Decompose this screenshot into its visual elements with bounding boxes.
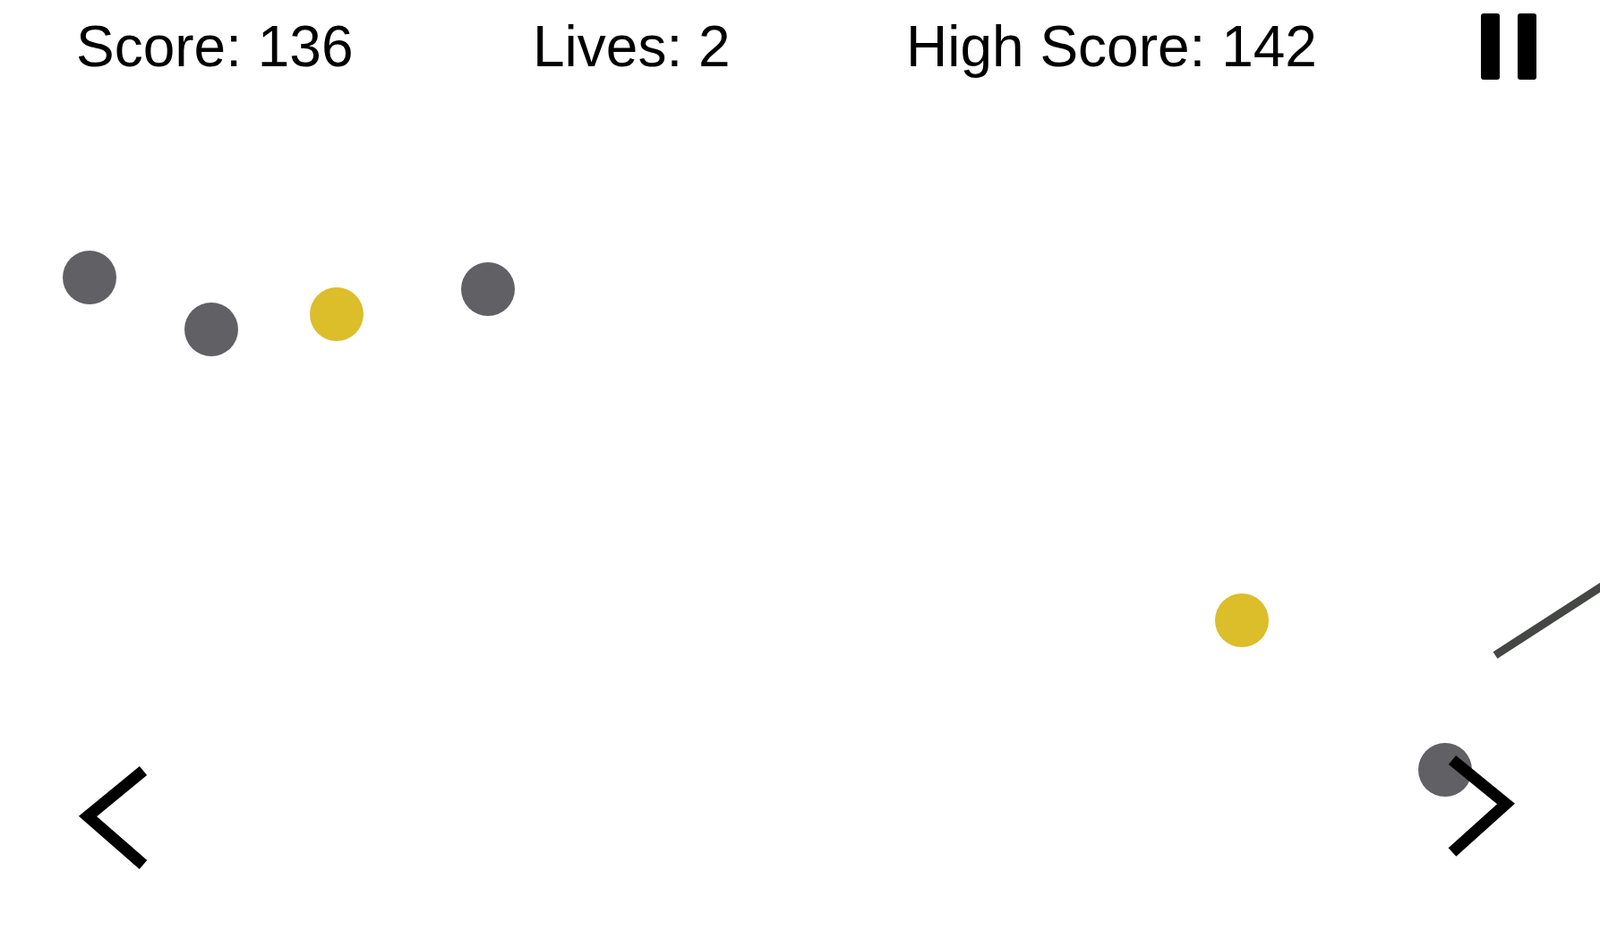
game-canvas bbox=[0, 0, 1600, 939]
hud-bar: Score: 136Lives: 2High Score: 142 bbox=[0, 0, 1600, 94]
ball bbox=[309, 287, 364, 342]
chevron-right-icon bbox=[1437, 746, 1518, 864]
right-button[interactable] bbox=[1437, 746, 1518, 864]
ball bbox=[184, 302, 239, 357]
game-screen: Score: 136Lives: 2High Score: 142 bbox=[0, 0, 1600, 939]
left-button[interactable] bbox=[71, 759, 153, 876]
lives-label: Lives: 2 bbox=[532, 15, 907, 78]
ball bbox=[461, 262, 515, 317]
ball bbox=[1214, 593, 1269, 648]
ball bbox=[62, 250, 117, 305]
paddle-drawing bbox=[0, 0, 1600, 939]
score-label: Score: 136 bbox=[76, 15, 533, 78]
chevron-left-icon bbox=[71, 759, 153, 876]
pause-button[interactable] bbox=[1477, 9, 1541, 84]
paddle-line bbox=[1495, 580, 1600, 656]
high-score-label: High Score: 142 bbox=[906, 15, 1478, 78]
pause-icon bbox=[1479, 11, 1539, 82]
